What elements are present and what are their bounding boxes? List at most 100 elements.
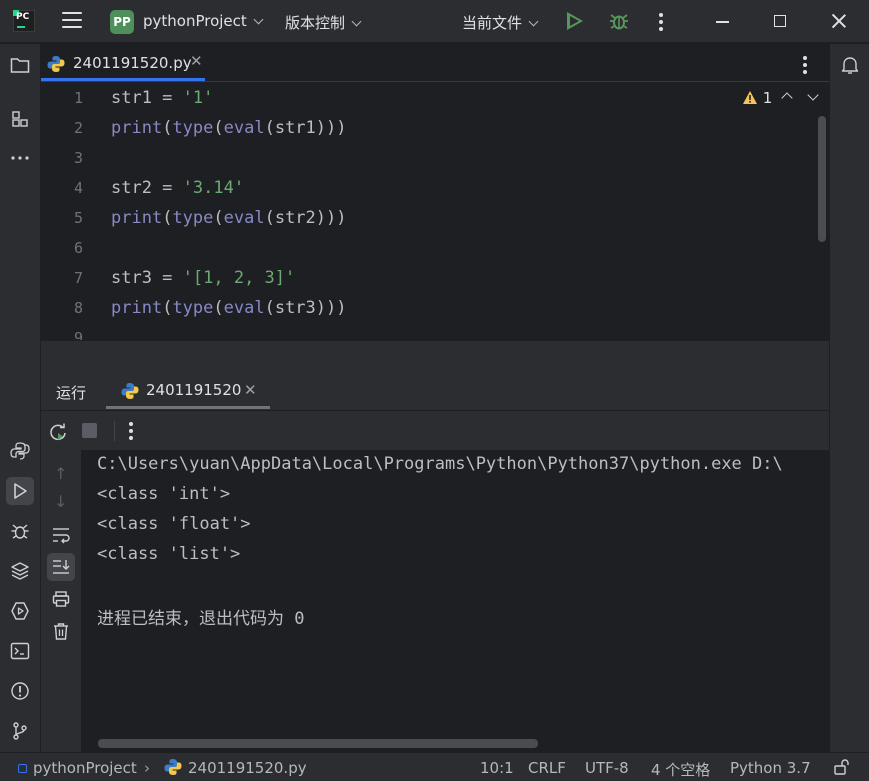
editor-vertical-scrollbar[interactable] [818, 116, 826, 242]
active-tab-indicator [41, 78, 205, 81]
code-token: print [111, 208, 163, 228]
notifications-icon[interactable] [839, 54, 861, 76]
code-line[interactable]: str3 = '[1, 2, 3]' [111, 268, 295, 288]
panel-divider[interactable] [41, 340, 829, 372]
code-token: str3 = [111, 268, 183, 288]
line-number[interactable]: 6 [41, 239, 83, 257]
pycharm-logo-icon[interactable]: PC [13, 10, 35, 32]
code-token: print [111, 118, 163, 138]
vcs-menu[interactable]: 版本控制 [285, 12, 362, 33]
warning-icon [743, 91, 757, 104]
line-number[interactable]: 4 [41, 179, 83, 197]
clear-all-icon[interactable] [52, 622, 70, 640]
prev-highlight-icon[interactable] [781, 92, 793, 104]
project-menu[interactable]: pythonProject [143, 12, 264, 30]
line-number[interactable]: 1 [41, 89, 83, 107]
debug-tool-icon[interactable] [9, 520, 31, 542]
code-token: eval [223, 208, 265, 228]
code-line[interactable]: str1 = '1' [111, 88, 213, 108]
unlock-icon[interactable] [833, 758, 851, 776]
caret-position[interactable]: 10:1 [480, 759, 514, 777]
run-icon[interactable] [567, 12, 583, 30]
rerun-icon[interactable] [48, 422, 68, 442]
up-arrow-icon[interactable]: ↑ [54, 464, 67, 483]
next-highlight-icon[interactable] [807, 89, 819, 101]
code-line[interactable]: str2 = '3.14' [111, 178, 244, 198]
run-config-label: 当前文件 [462, 14, 523, 32]
git-icon[interactable] [9, 720, 31, 742]
vcs-menu-label: 版本控制 [285, 14, 346, 32]
code-token: ( [213, 118, 224, 138]
code-token: (str1))) [264, 118, 347, 138]
chevron-down-icon [253, 14, 264, 25]
problems-icon[interactable] [9, 680, 31, 702]
soft-wrap-icon[interactable] [51, 526, 71, 544]
breadcrumb-file[interactable]: 2401191520.py [188, 759, 307, 777]
console-output[interactable]: C:\Users\yuan\AppData\Local\Programs\Pyt… [81, 450, 829, 752]
maximize-icon[interactable] [774, 15, 786, 27]
line-number[interactable]: 7 [41, 269, 83, 287]
run-config-selector[interactable]: 当前文件 [462, 12, 539, 33]
terminal-icon[interactable] [9, 640, 31, 662]
editor-tab[interactable]: 2401191520.py ✕ [47, 52, 207, 75]
line-number[interactable]: 5 [41, 209, 83, 227]
run-tab[interactable]: 2401191520 ✕ [121, 381, 271, 403]
code-token: print [111, 298, 163, 318]
run-more-icon[interactable] [129, 422, 133, 443]
stop-icon[interactable] [82, 423, 97, 438]
scroll-to-end-button[interactable] [47, 553, 75, 581]
run-tab-indicator [106, 406, 270, 409]
line-number[interactable]: 9 [41, 329, 83, 340]
debug-icon[interactable] [609, 11, 629, 31]
run-tab-label: 2401191520 [146, 381, 242, 399]
down-arrow-icon[interactable]: ↓ [54, 492, 67, 511]
code-editor[interactable]: 1 str1 = '1' 2 print(type(eval(str1))) 3 4 str… [41, 82, 829, 340]
code-line[interactable]: print(type(eval(str2))) [111, 208, 346, 228]
code-token: '[1, 2, 3]' [182, 268, 296, 288]
code-token: (str2))) [264, 208, 347, 228]
code-line[interactable]: print(type(eval(str1))) [111, 118, 346, 138]
code-line[interactable]: print(type(eval(str3))) [111, 298, 346, 318]
python-packages-icon[interactable] [9, 560, 31, 582]
code-token: ( [162, 208, 173, 228]
minimize-icon[interactable] [716, 21, 729, 23]
close-run-tab-icon[interactable]: ✕ [244, 381, 257, 399]
more-tools-icon[interactable] [9, 147, 31, 169]
toolbar-separator [114, 421, 115, 441]
module-icon [18, 764, 27, 773]
project-folder-icon[interactable] [9, 54, 31, 76]
line-number[interactable]: 2 [41, 119, 83, 137]
line-number[interactable]: 3 [41, 149, 83, 167]
code-token: type [172, 208, 214, 228]
indent-setting[interactable]: 4 个空格 [651, 759, 710, 780]
run-panel-header: 运行 2401191520 ✕ [41, 372, 829, 410]
chevron-down-icon [351, 16, 362, 27]
file-encoding[interactable]: UTF-8 [585, 759, 629, 777]
line-separator[interactable]: CRLF [528, 759, 566, 777]
python-console-icon[interactable] [9, 440, 31, 462]
editor-more-icon[interactable] [803, 56, 807, 77]
project-badge[interactable]: PP [110, 10, 134, 34]
status-bar: pythonProject › 2401191520.py 10:1 CRLF … [0, 752, 869, 781]
print-icon[interactable] [52, 590, 70, 608]
code-token: ( [213, 208, 224, 228]
run-tool-icon[interactable] [6, 477, 34, 505]
project-name: pythonProject [143, 12, 247, 30]
line-number[interactable]: 8 [41, 299, 83, 317]
close-icon[interactable] [831, 13, 847, 29]
close-tab-icon[interactable]: ✕ [190, 52, 203, 70]
main-menu-icon[interactable] [62, 12, 84, 30]
breadcrumb-project[interactable]: pythonProject [33, 759, 137, 777]
console-line: <class 'list'> [97, 544, 241, 564]
more-actions-icon[interactable] [659, 13, 663, 34]
breadcrumb-separator-icon: › [144, 759, 150, 777]
python-run-icon [121, 383, 139, 399]
title-bar: PC PP pythonProject 版本控制 当前文件 [0, 0, 869, 43]
python-interpreter[interactable]: Python 3.7 [730, 759, 811, 777]
console-horizontal-scrollbar[interactable] [98, 739, 538, 748]
structure-icon[interactable] [9, 108, 31, 130]
services-icon[interactable] [9, 600, 31, 622]
code-token: ( [162, 118, 173, 138]
inspection-widget[interactable]: 1 [742, 89, 772, 107]
console-line: C:\Users\yuan\AppData\Local\Programs\Pyt… [97, 454, 783, 474]
